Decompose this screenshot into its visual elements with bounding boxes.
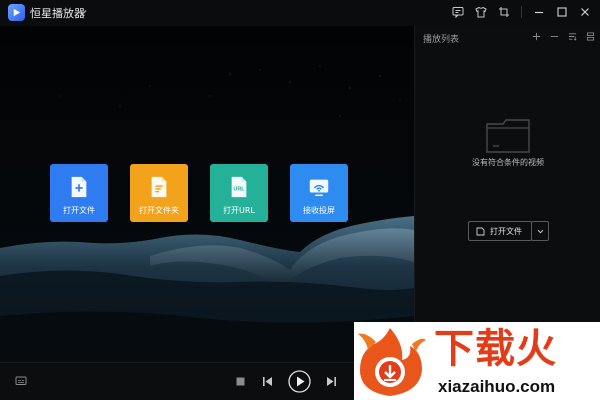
app-logo-icon	[8, 4, 25, 21]
open-file-label: 打开文件	[63, 206, 95, 215]
open-file-icon	[476, 227, 485, 235]
maximize-icon[interactable]	[555, 5, 569, 19]
skin-icon[interactable]	[474, 5, 488, 19]
empty-folder-icon	[486, 119, 530, 153]
chevron-down-icon	[537, 229, 543, 233]
open-url-button[interactable]: URL 打开URL	[210, 164, 268, 222]
playlist-empty-text: 没有符合条件的视频	[472, 158, 544, 167]
open-folder-icon	[147, 174, 171, 200]
playlist-open-dropdown[interactable]	[531, 221, 549, 241]
feedback-icon[interactable]	[451, 5, 465, 19]
watermark-url: xiazaihuo.com	[438, 377, 556, 396]
open-url-label: 打开URL	[223, 206, 255, 215]
watermark: 下载火 xiazaihuo.com	[354, 322, 600, 400]
open-folder-button[interactable]: 打开文件夹	[130, 164, 188, 222]
open-file-button[interactable]: 打开文件	[50, 164, 108, 222]
mini-mode-icon[interactable]	[497, 5, 511, 19]
playlist-panel: 播放列表 没有符合条件的视频 打开文件	[414, 26, 600, 362]
open-url-icon: URL	[227, 174, 251, 200]
player-window: 恒星播放器 打开文件 打开文件夹 URL 打开URL 接收投屏 播放列表 没有符…	[0, 0, 600, 400]
cast-receive-icon	[307, 174, 331, 200]
stop-icon[interactable]	[236, 377, 245, 386]
chevron-down-icon[interactable]	[78, 7, 88, 17]
playlist-open-file-label: 打开文件	[490, 226, 522, 236]
watermark-name: 下载火	[434, 326, 557, 372]
watermark-logo	[358, 328, 426, 396]
close-icon[interactable]	[578, 5, 592, 19]
video-area[interactable]: 打开文件 打开文件夹 URL 打开URL 接收投屏	[0, 26, 414, 362]
list-mode-icon[interactable]	[585, 31, 595, 41]
cast-receive-label: 接收投屏	[303, 206, 335, 215]
playlist-title: 播放列表	[423, 35, 460, 45]
play-icon[interactable]	[288, 370, 311, 393]
sort-icon[interactable]	[567, 31, 577, 41]
previous-icon[interactable]	[262, 376, 273, 387]
remove-icon[interactable]	[549, 31, 559, 41]
titlebar-divider	[521, 6, 522, 18]
next-icon[interactable]	[326, 376, 337, 387]
open-folder-label: 打开文件夹	[139, 206, 179, 215]
minimize-icon[interactable]	[532, 5, 546, 19]
open-file-icon	[67, 174, 91, 200]
subtitle-icon[interactable]	[15, 376, 27, 387]
playlist-header: 播放列表	[415, 26, 600, 50]
svg-text:URL: URL	[233, 187, 245, 193]
playlist-open-file-button[interactable]: 打开文件	[468, 221, 532, 241]
cast-receive-button[interactable]: 接收投屏	[290, 164, 348, 222]
title-bar[interactable]: 恒星播放器	[0, 0, 600, 26]
app-title[interactable]: 恒星播放器	[30, 5, 85, 21]
add-icon[interactable]	[531, 31, 541, 41]
